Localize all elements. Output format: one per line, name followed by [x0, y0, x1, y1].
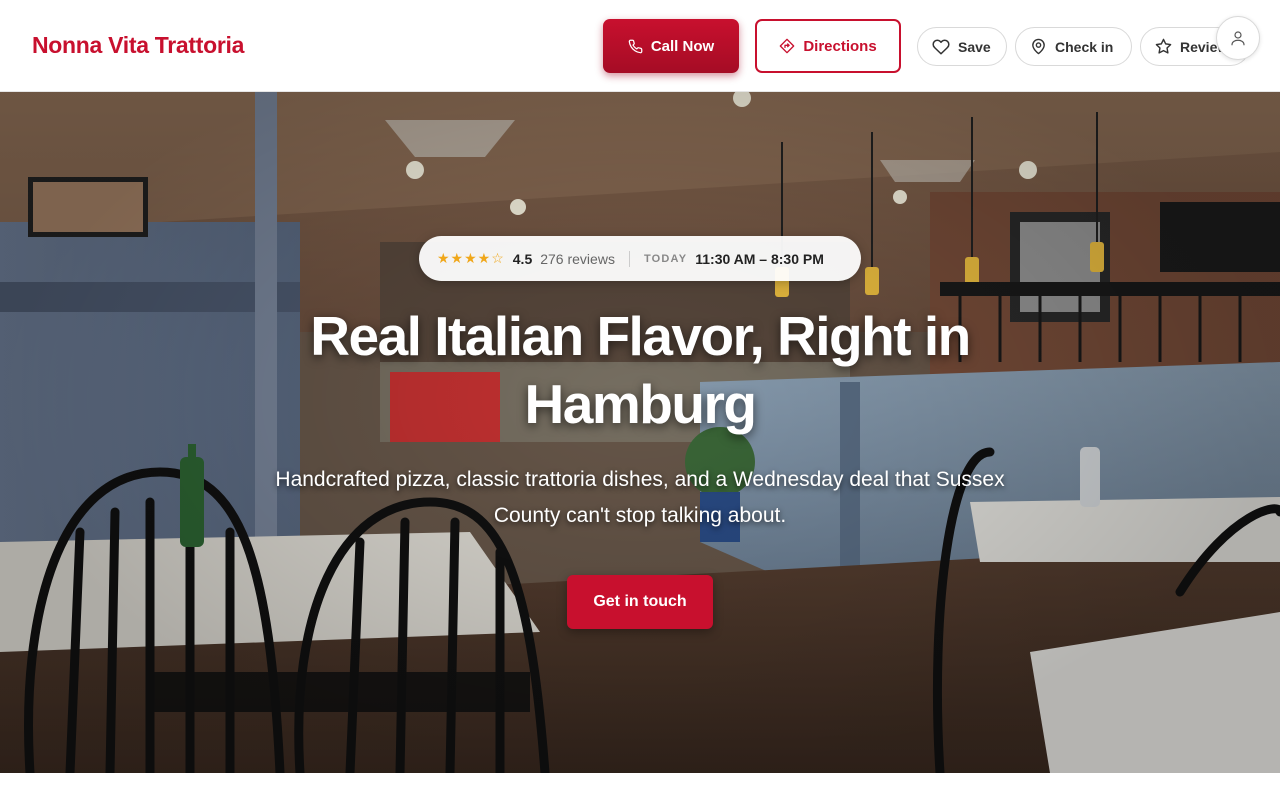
directions-label: Directions [803, 37, 877, 55]
hero-section: ★★★★☆ 4.5 276 reviews TODAY 11:30 AM – 8… [0, 92, 1280, 773]
directions-icon [779, 38, 795, 54]
heart-icon [932, 38, 950, 54]
directions-button[interactable]: Directions [755, 19, 901, 73]
map-pin-icon [1032, 38, 1045, 55]
badge-divider [628, 250, 630, 267]
rating-score: 4.5 [512, 250, 533, 267]
page-below-fold [0, 773, 1280, 800]
call-now-label: Call Now [650, 37, 715, 55]
today-label: TODAY [643, 252, 688, 265]
check-in-label: Check in [1055, 38, 1114, 55]
rating-stars: ★★★★☆ [437, 250, 505, 266]
get-in-touch-button[interactable]: Get in touch [567, 575, 713, 629]
check-in-button[interactable]: Check in [1015, 27, 1132, 66]
brand-name[interactable]: Nonna Vita Trattoria [32, 32, 244, 59]
rating-hours-badge[interactable]: ★★★★☆ 4.5 276 reviews TODAY 11:30 AM – 8… [419, 236, 861, 281]
save-label: Save [958, 38, 991, 55]
hero-title: Real Italian Flavor, Right in Hamburg [310, 305, 971, 435]
call-now-button[interactable]: Call Now [603, 19, 739, 73]
hero-subtitle: Handcrafted pizza, classic trattoria dis… [275, 468, 1005, 527]
user-icon [1231, 31, 1245, 46]
today-hours: 11:30 AM – 8:30 PM [695, 250, 824, 267]
review-count[interactable]: 276 reviews [540, 251, 615, 267]
save-button[interactable]: Save [917, 27, 1007, 66]
star-icon [1155, 38, 1172, 54]
phone-icon [628, 39, 643, 53]
account-button[interactable] [1216, 16, 1260, 60]
site-header: Nonna Vita Trattoria Call Now Directions… [0, 0, 1280, 92]
